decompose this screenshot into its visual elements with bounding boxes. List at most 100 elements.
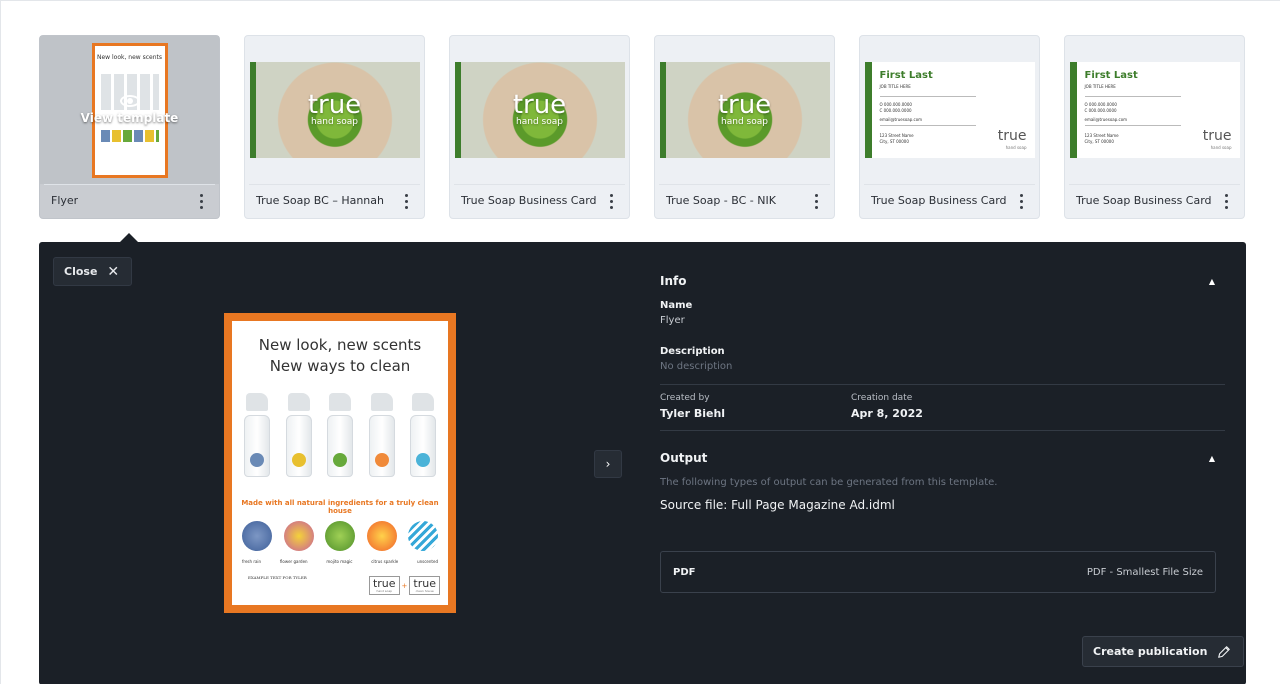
output-preset: PDF - Smallest File Size xyxy=(1086,566,1203,578)
template-thumbnail[interactable]: First Last JOB TITLE HERE O 000.000.0000… xyxy=(860,36,1039,184)
template-thumbnail[interactable]: true hand soap xyxy=(450,36,629,184)
card-rule xyxy=(1084,125,1181,126)
template-preview: New look, new scents New ways to clean M… xyxy=(224,313,456,613)
collapse-caret-icon[interactable]: ▲ xyxy=(1209,454,1215,463)
create-publication-button[interactable]: Create publication xyxy=(1082,636,1245,667)
card-job: JOB TITLE HERE xyxy=(1084,84,1116,89)
logo-hand-soap: true hand soap xyxy=(368,576,400,595)
preview-tagline: Made with all natural ingredients for a … xyxy=(241,499,439,515)
template-thumbnail[interactable]: First Last JOB TITLE HERE O 000.000.0000… xyxy=(1065,36,1244,184)
more-options-icon[interactable] xyxy=(196,192,206,210)
close-button[interactable]: Close ✕ xyxy=(53,257,133,286)
card-rule xyxy=(879,96,976,97)
preview-title: New look, new scents New ways to clean xyxy=(232,335,448,377)
output-format-row[interactable]: PDF PDF - Smallest File Size xyxy=(660,551,1216,593)
card-rule xyxy=(1084,96,1181,97)
citrus-icon xyxy=(366,521,397,551)
card-phone-c: C 000.000.0000 xyxy=(1084,108,1117,113)
soap-thumbnail: true hand soap xyxy=(249,62,420,158)
soap-thumbnail: true hand soap xyxy=(454,62,625,158)
template-card[interactable]: First Last JOB TITLE HERE O 000.000.0000… xyxy=(859,35,1040,219)
soap-brand: true xyxy=(717,90,772,120)
soap-thumbnail: true hand soap xyxy=(659,62,830,158)
created-row: Created by Tyler Biehl Creation date Apr… xyxy=(660,393,1225,420)
created-by-value: Tyler Biehl xyxy=(660,407,726,420)
bottle-image xyxy=(408,393,438,477)
card-addr1: 123 Street Name xyxy=(1084,133,1119,138)
bottle-image xyxy=(325,393,355,477)
template-grid: New look, new scents View template Flyer… xyxy=(39,35,1245,219)
more-options-icon[interactable] xyxy=(1016,192,1026,210)
preview-bottles xyxy=(242,389,438,477)
soap-sub: hand soap xyxy=(516,117,563,127)
name-value: Flyer xyxy=(660,315,685,326)
preview-title-line1: New look, new scents xyxy=(258,336,422,354)
soap-brand: true xyxy=(512,90,567,120)
card-divider xyxy=(659,184,830,185)
output-heading: Output xyxy=(660,451,708,465)
wave-icon xyxy=(408,521,438,551)
soap-brand: true xyxy=(307,90,362,120)
preview-scent-captions: fresh rain flower garden mojito magic ci… xyxy=(242,559,438,564)
card-divider xyxy=(1069,184,1240,185)
more-options-icon[interactable] xyxy=(401,192,411,210)
template-thumbnail[interactable]: New look, new scents View template xyxy=(40,36,219,184)
flyer-preview: New look, new scents New ways to clean M… xyxy=(232,321,448,605)
template-card[interactable]: First Last JOB TITLE HERE O 000.000.0000… xyxy=(1064,35,1245,219)
next-arrow-button[interactable]: › xyxy=(594,450,622,478)
info-header[interactable]: Info ▲ xyxy=(660,274,1225,288)
card-phone-o: O 000.000.0000 xyxy=(879,102,912,107)
template-card-label: True Soap - BC - NIK xyxy=(666,194,776,207)
more-options-icon[interactable] xyxy=(1221,192,1231,210)
caption: citrus sparkle xyxy=(371,559,399,564)
lime-icon xyxy=(325,521,355,551)
output-header[interactable]: Output ▲ xyxy=(660,451,1225,465)
more-options-icon[interactable] xyxy=(811,192,821,210)
card-divider xyxy=(249,184,420,185)
template-card[interactable]: true hand soap True Soap - BC - NIK xyxy=(654,35,835,219)
card-addr2: City, ST 00000 xyxy=(879,139,909,144)
business-card-thumbnail: First Last JOB TITLE HERE O 000.000.0000… xyxy=(864,62,1035,158)
business-card-thumbnail: First Last JOB TITLE HERE O 000.000.0000… xyxy=(1069,62,1240,158)
card-sub: hand soap xyxy=(1005,145,1027,150)
template-card-label: True Soap Business Card ... xyxy=(1076,194,1216,207)
view-template-label: View template xyxy=(80,111,179,125)
close-label: Close xyxy=(64,265,98,278)
template-thumbnail[interactable]: true hand soap xyxy=(245,36,424,184)
description-value: No description xyxy=(660,361,733,372)
eye-icon xyxy=(119,95,140,107)
bottle-image xyxy=(367,393,397,477)
caption: unscented xyxy=(417,559,438,564)
card-divider xyxy=(864,184,1035,185)
template-card-label: True Soap Business Card ... xyxy=(461,194,601,207)
preview-scent-icons xyxy=(242,521,438,555)
output-format: PDF xyxy=(673,566,696,578)
divider xyxy=(660,430,1225,431)
card-email: email@truesoap.com xyxy=(1084,117,1128,122)
template-card-flyer[interactable]: New look, new scents View template Flyer xyxy=(39,35,220,219)
card-email: email@truesoap.com xyxy=(879,117,923,122)
view-template-overlay[interactable]: View template xyxy=(40,36,219,184)
logo-clean-house: true clean house xyxy=(409,576,440,595)
bottle-image xyxy=(284,393,314,477)
panel-pointer xyxy=(120,233,138,242)
template-thumbnail[interactable]: true hand soap xyxy=(655,36,834,184)
template-card-label: Flyer xyxy=(51,194,79,207)
card-brand: true xyxy=(1202,128,1232,144)
card-sub: hand soap xyxy=(1210,145,1232,150)
created-by-label: Created by xyxy=(660,393,710,403)
card-name: First Last xyxy=(879,70,933,81)
template-detail-panel: Close ✕ New look, new scents New ways to… xyxy=(39,242,1246,684)
info-section: Info ▲ Name Flyer Description No descrip… xyxy=(660,267,1225,593)
soap-sub: hand soap xyxy=(311,117,358,127)
template-card[interactable]: true hand soap True Soap BC – Hannah xyxy=(244,35,425,219)
more-options-icon[interactable] xyxy=(606,192,616,210)
card-addr1: 123 Street Name xyxy=(879,133,914,138)
divider xyxy=(660,384,1225,385)
description-label: Description xyxy=(660,346,725,357)
creation-date-value: Apr 8, 2022 xyxy=(851,407,923,420)
collapse-caret-icon[interactable]: ▲ xyxy=(1209,277,1215,286)
template-card[interactable]: true hand soap True Soap Business Card .… xyxy=(449,35,630,219)
create-publication-label: Create publication xyxy=(1093,645,1208,658)
caption: fresh rain xyxy=(242,559,262,564)
